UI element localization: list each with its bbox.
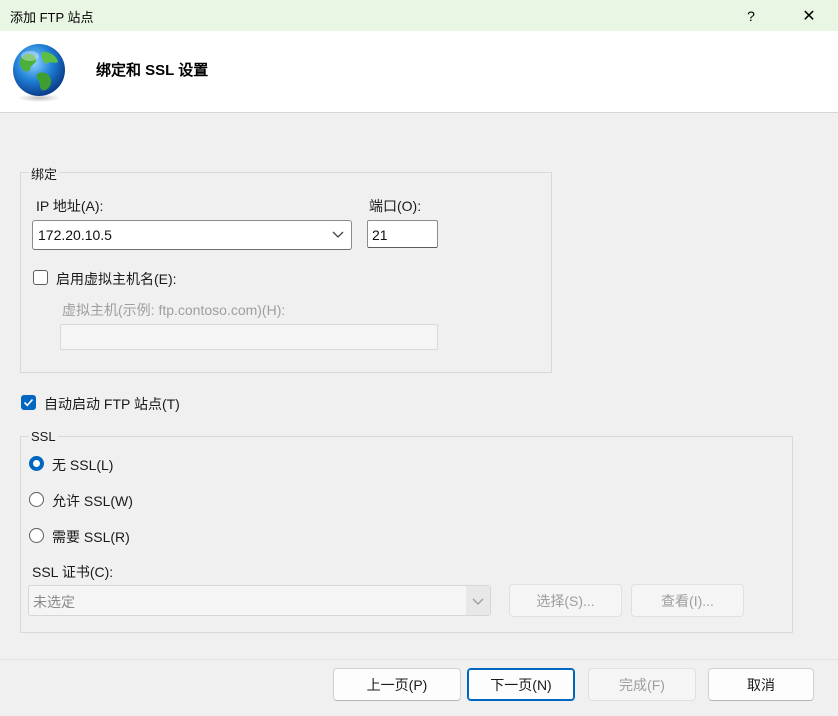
select-cert-button[interactable]: 选择(S)... [509,584,622,617]
vhost-input[interactable] [60,324,438,350]
allow-ssl-radio[interactable] [29,492,44,507]
footer-divider [0,659,838,660]
ssl-cert-label: SSL 证书(C): [32,564,114,580]
close-button[interactable]: ✕ [786,0,832,31]
port-input[interactable]: 21 [367,220,438,248]
window-title: 添加 FTP 站点 [10,10,94,25]
globe-icon [13,44,65,102]
require-ssl-label: 需要 SSL(R) [52,529,130,545]
allow-ssl-label: 允许 SSL(W) [52,493,133,509]
finish-button[interactable]: 完成(F) [588,668,696,701]
port-value: 21 [372,227,388,243]
help-button[interactable]: ? [728,0,774,31]
title-bar: 添加 FTP 站点 ? ✕ [0,0,838,31]
binding-group-label: 绑定 [29,164,60,183]
cancel-button[interactable]: 取消 [708,668,814,701]
chevron-down-icon [332,231,344,238]
ip-address-value: 172.20.10.5 [38,227,112,243]
vhost-label: 虚拟主机(示例: ftp.contoso.com)(H): [62,302,286,318]
no-ssl-radio[interactable] [29,456,44,471]
view-cert-button[interactable]: 查看(I)... [631,584,744,617]
enable-vhost-label: 启用虚拟主机名(E): [56,271,177,287]
checkmark-icon [23,398,34,407]
next-button[interactable]: 下一页(N) [467,668,575,701]
autostart-checkbox[interactable] [21,395,36,410]
port-label: 端口(O): [369,198,422,214]
ssl-cert-combo[interactable]: 未选定 [28,585,491,616]
ssl-cert-dropdown-button[interactable] [466,586,490,615]
ssl-group-label: SSL [29,429,58,444]
ssl-cert-value: 未选定 [33,594,75,610]
enable-vhost-checkbox[interactable] [33,270,48,285]
previous-button[interactable]: 上一页(P) [333,668,461,701]
chevron-down-icon [472,598,484,605]
ip-address-label: IP 地址(A): [36,198,104,214]
wizard-header: 绑定和 SSL 设置 [0,31,838,113]
require-ssl-radio[interactable] [29,528,44,543]
autostart-label: 自动启动 FTP 站点(T) [44,396,180,412]
ip-address-combo[interactable]: 172.20.10.5 [32,220,352,250]
no-ssl-label: 无 SSL(L) [52,457,114,473]
page-heading: 绑定和 SSL 设置 [96,62,209,79]
